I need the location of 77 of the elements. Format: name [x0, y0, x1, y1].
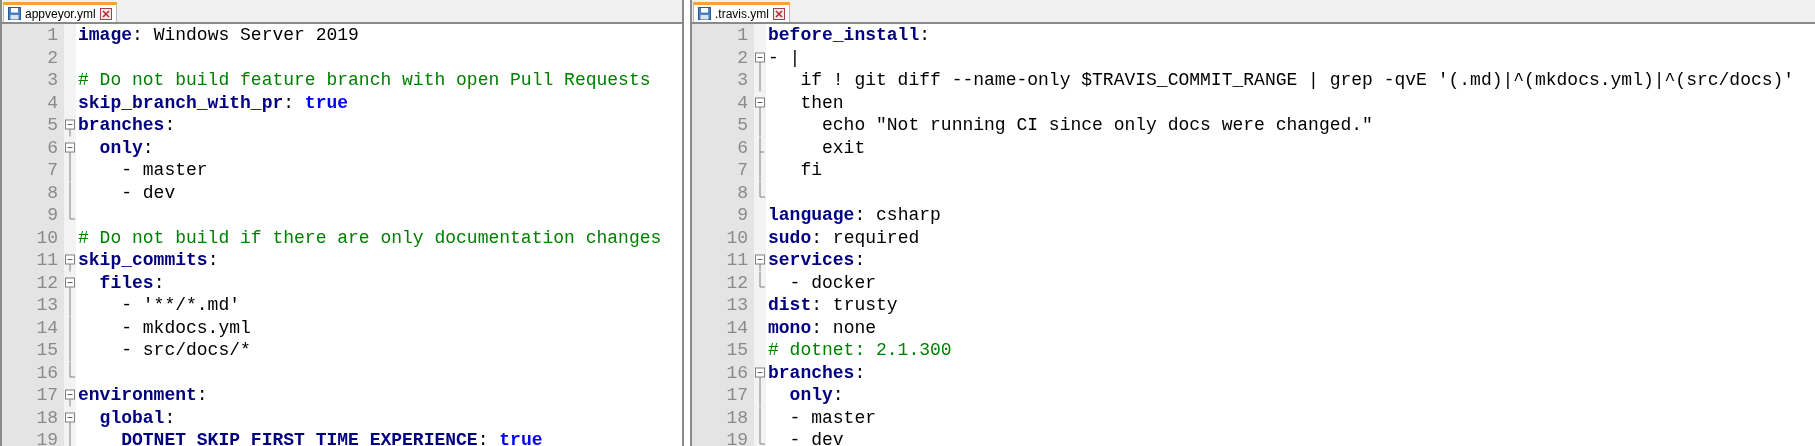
line-number: 5 [47, 114, 58, 137]
line-number: 16 [36, 361, 58, 384]
line-number: 3 [737, 69, 748, 92]
line-number: 5 [737, 114, 748, 137]
code-line: - src/docs/* [120, 340, 251, 360]
code-line: dist: trusty [768, 295, 898, 315]
line-number: 10 [726, 226, 748, 249]
close-icon[interactable] [773, 7, 785, 20]
code-line: # dotnet: 2.1.300 [768, 340, 952, 360]
line-number: 1 [47, 24, 58, 47]
line-number: 6 [737, 136, 748, 159]
line-number: 2 [737, 46, 748, 69]
save-icon [698, 7, 711, 20]
save-icon [8, 7, 21, 20]
line-number: 15 [726, 339, 748, 362]
line-number: 13 [726, 294, 748, 317]
line-number: 8 [737, 181, 748, 204]
line-number: 14 [36, 316, 58, 339]
line-number: 18 [36, 406, 58, 429]
close-icon[interactable] [99, 7, 112, 20]
line-number: 2 [47, 46, 58, 69]
line-number: 9 [737, 204, 748, 227]
code-line: - mkdocs.yml [120, 317, 251, 338]
file-tab[interactable]: .travis.yml [693, 2, 790, 22]
code-line: exit [821, 137, 866, 158]
code-line: sudo: required [768, 227, 920, 248]
code-line: - '**/*.md' [120, 295, 241, 315]
code-line: skip_branch_with_pr: true [78, 92, 349, 113]
code-line: echo "Not running CI since only docs were changed." [821, 115, 1373, 135]
code-line: before_install: [768, 25, 931, 45]
line-number: 13 [36, 294, 58, 317]
line-number: 10 [36, 226, 58, 249]
line-number: 3 [47, 69, 58, 92]
line-number: 15 [36, 339, 58, 362]
code-line: - | [768, 47, 801, 68]
code-line: - docker [788, 272, 877, 293]
code-line: # Do not build feature branch with open Pull Requests [78, 70, 651, 90]
line-number: 9 [47, 204, 58, 227]
code-line: - dev [788, 430, 844, 446]
line-number: 11 [36, 249, 58, 272]
code-line: - master [788, 407, 877, 428]
code-line: - master [120, 160, 208, 180]
line-number: 19 [36, 429, 58, 446]
line-number: 4 [737, 91, 748, 114]
code-line: language: csharp [768, 205, 941, 225]
code-line: branches: [78, 115, 176, 135]
code-line: branches: [768, 362, 866, 383]
code-line: skip_commits: [78, 250, 219, 270]
code-line: image: Windows Server 2019 [78, 25, 359, 45]
line-number: 17 [726, 384, 748, 407]
file-tab[interactable]: appveyor.yml [3, 2, 117, 22]
code-line: only: [98, 137, 154, 158]
line-number: 16 [726, 361, 748, 384]
line-number: 12 [36, 271, 58, 294]
code-line: then [799, 92, 844, 113]
line-number: 4 [47, 91, 58, 114]
code-line: services: [768, 250, 866, 270]
line-number: 8 [47, 181, 58, 204]
line-number: 18 [726, 406, 748, 429]
line-number: 7 [737, 159, 748, 182]
code-line: only: [788, 385, 844, 405]
line-number: 12 [726, 271, 748, 294]
line-number: 11 [726, 249, 748, 272]
line-number: 6 [47, 136, 58, 159]
code-line: global: [98, 407, 176, 428]
code-line: fi [799, 160, 822, 180]
line-number: 1 [737, 24, 748, 47]
code-line: - dev [120, 182, 176, 203]
code-line: environment: [78, 385, 208, 405]
line-number: 14 [726, 316, 748, 339]
line-number: 17 [36, 384, 58, 407]
code-line: if ! git diff --name-only $TRAVIS_COMMIT_RANGE | grep -qvE '(.md)|^(mkdocs.yml)|^(src/docs)' [799, 70, 1795, 90]
line-number: 7 [47, 159, 58, 182]
line-number: 19 [726, 429, 748, 446]
code-line: mono: none [768, 317, 877, 338]
code-line: # Do not build if there are only documentation changes [78, 227, 662, 248]
code-line: files: [98, 272, 165, 293]
